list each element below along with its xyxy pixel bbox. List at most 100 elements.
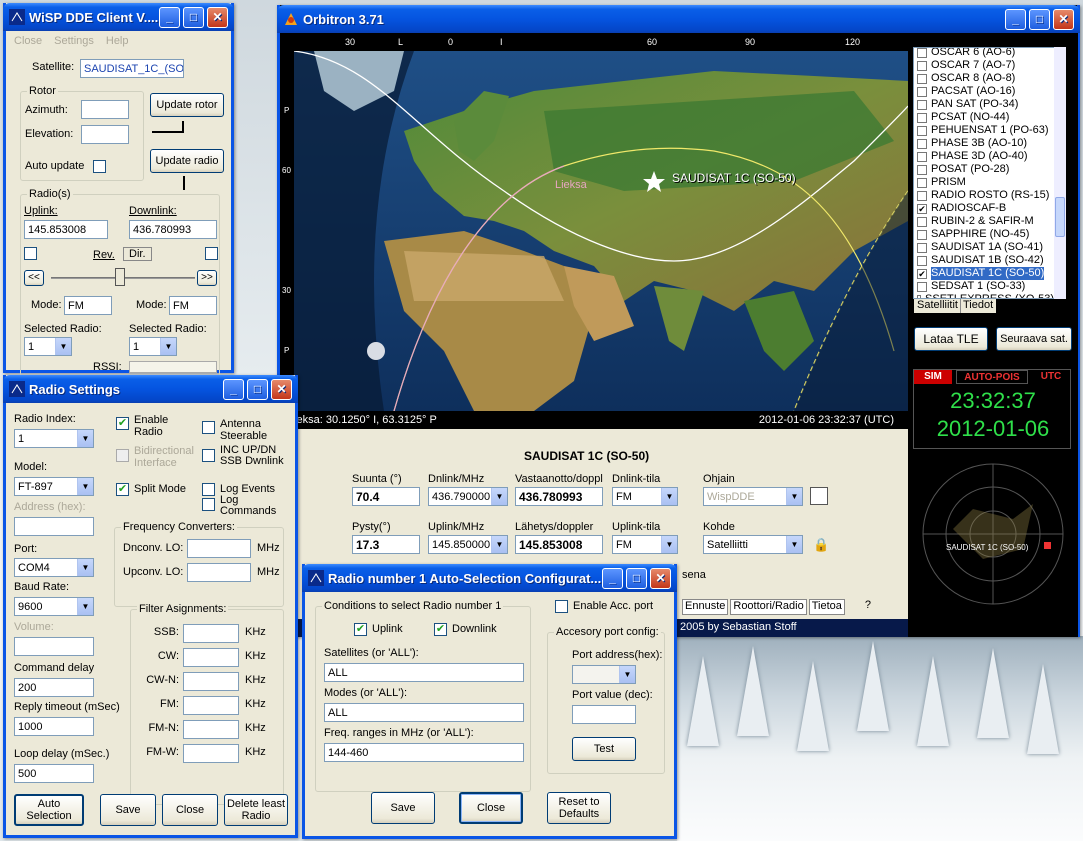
satellite-list-item[interactable]: PACSAT (AO-16) <box>914 85 1054 98</box>
tab-ennuste[interactable]: Ennuste <box>682 599 729 615</box>
selected-radio-down-select[interactable]: 1 ▼ <box>129 337 177 356</box>
tab-rotor-radio[interactable]: Roottori/Radio <box>730 599 807 615</box>
filter-field[interactable] <box>183 624 239 643</box>
elevation-field[interactable] <box>81 125 129 144</box>
satellite-list-item[interactable]: SAPPHIRE (NO-45) <box>914 228 1054 241</box>
radio-index-select[interactable]: 1 ▼ <box>14 429 94 448</box>
inc-updn-checkbox[interactable] <box>202 449 215 462</box>
selected-radio-up-select[interactable]: 1 ▼ <box>24 337 72 356</box>
satellite-checkbox[interactable]: ✔ <box>917 268 927 279</box>
loop-delay-field[interactable]: 500 <box>14 764 94 783</box>
title-bar[interactable]: Radio number 1 Auto-Selection Configurat… <box>302 564 677 592</box>
driver-select[interactable]: WispDDE ▼ <box>703 487 803 506</box>
uplink-checkbox[interactable] <box>24 247 37 260</box>
downlink-checkbox[interactable]: ✔ <box>434 623 447 636</box>
satellite-checkbox[interactable] <box>917 216 927 227</box>
satellite-list-item[interactable]: PEHUENSAT 1 (PO-63) <box>914 124 1054 137</box>
driver-settings-icon[interactable] <box>810 487 828 505</box>
world-map[interactable]: SAUDISAT 1C (SO-50) Lieksa <box>294 51 908 411</box>
satellite-checkbox[interactable] <box>917 255 927 266</box>
satellite-checkbox[interactable]: ✔ <box>917 203 927 214</box>
satellite-list-item[interactable]: OSCAR 7 (AO-7) <box>914 59 1054 72</box>
rev-label[interactable]: Rev. <box>93 249 115 261</box>
step-right-button[interactable]: >> <box>197 270 217 286</box>
satellite-field[interactable]: SAUDISAT_1C_(SO <box>80 59 184 78</box>
satellite-list-item[interactable]: PCSAT (NO-44) <box>914 111 1054 124</box>
dir-label[interactable]: Dir. <box>123 247 152 261</box>
satellite-checkbox[interactable] <box>917 125 927 136</box>
satellite-checkbox[interactable] <box>917 138 927 149</box>
uplink-field[interactable]: 145.853008 <box>24 220 108 239</box>
maximize-button[interactable]: □ <box>183 7 204 28</box>
command-delay-field[interactable]: 200 <box>14 678 94 697</box>
tab-satellites[interactable]: Satelliitit <box>917 299 958 313</box>
title-bar[interactable]: WiSP DDE Client V.... _ □ ✕ <box>3 3 234 31</box>
step-left-button[interactable]: << <box>24 270 44 286</box>
address-field[interactable] <box>14 517 94 536</box>
port-select[interactable]: COM4 ▼ <box>14 558 94 577</box>
modes-field[interactable]: ALL <box>324 703 524 722</box>
update-rotor-button[interactable]: Update rotor <box>150 93 224 117</box>
satellite-checkbox[interactable] <box>917 190 927 201</box>
satellite-list-item[interactable]: ✔ RADIOSCAF-B <box>914 202 1054 215</box>
close-button[interactable]: Close <box>162 794 218 826</box>
title-bar[interactable]: Radio Settings _ □ ✕ <box>3 375 298 403</box>
log-commands-checkbox[interactable] <box>202 498 215 511</box>
update-radio-button[interactable]: Update radio <box>150 149 224 173</box>
enable-radio-checkbox[interactable]: ✔ <box>116 417 129 430</box>
sim-indicator[interactable]: SIM <box>914 370 952 384</box>
satellite-checkbox[interactable] <box>917 177 927 188</box>
satellite-list-scrollbar[interactable] <box>1054 47 1066 299</box>
downlink-field[interactable]: 436.780993 <box>129 220 217 239</box>
maximize-button[interactable]: □ <box>626 568 647 589</box>
satellite-list-item[interactable]: PRISM <box>914 176 1054 189</box>
filter-field[interactable] <box>183 672 239 691</box>
mode-down-field[interactable]: FM <box>169 296 217 315</box>
filter-field[interactable] <box>183 744 239 763</box>
satellite-checkbox[interactable] <box>917 164 927 175</box>
split-mode-checkbox[interactable]: ✔ <box>116 483 129 496</box>
utc-indicator[interactable]: UTC <box>1032 370 1070 384</box>
bidirectional-checkbox[interactable] <box>116 449 129 462</box>
auto-selection-button[interactable]: Auto Selection <box>14 794 84 826</box>
dnlink-select[interactable]: 436.790000 ▼ <box>428 487 508 506</box>
delete-radio-button[interactable]: Delete least Radio <box>224 794 288 826</box>
mode-up-field[interactable]: FM <box>64 296 112 315</box>
satellite-checkbox[interactable] <box>917 99 927 110</box>
save-button[interactable]: Save <box>371 792 435 824</box>
satellite-checkbox[interactable] <box>917 242 927 253</box>
menu-close[interactable]: Close <box>14 35 42 47</box>
azimuth-field[interactable] <box>81 100 129 119</box>
lock-icon[interactable]: 🔒 <box>813 537 829 553</box>
target-select[interactable]: Satelliitti ▼ <box>703 535 803 554</box>
satellite-checkbox[interactable] <box>917 86 927 97</box>
satellite-list-item[interactable]: RADIO ROSTO (RS-15) <box>914 189 1054 202</box>
next-satellite-button[interactable]: Seuraava sat. <box>996 327 1072 351</box>
menu-settings[interactable]: Settings <box>54 35 94 47</box>
maximize-button[interactable]: □ <box>1029 9 1050 30</box>
filter-field[interactable] <box>183 648 239 667</box>
satellite-checkbox[interactable] <box>917 73 927 84</box>
minimize-button[interactable]: _ <box>602 568 623 589</box>
minimize-button[interactable]: _ <box>1005 9 1026 30</box>
tab-info[interactable]: Tietoa <box>808 599 845 615</box>
tab-details[interactable]: Tiedot <box>959 299 993 313</box>
log-events-checkbox[interactable] <box>202 483 215 496</box>
uplink-checkbox[interactable]: ✔ <box>354 623 367 636</box>
filter-field[interactable] <box>183 696 239 715</box>
satellite-list-item[interactable]: OSCAR 8 (AO-8) <box>914 72 1054 85</box>
uplink-mode-select[interactable]: FM ▼ <box>612 535 678 554</box>
freq-ranges-field[interactable]: 144-460 <box>324 743 524 762</box>
auto-off-indicator[interactable]: AUTO-POIS <box>956 370 1028 384</box>
reply-timeout-field[interactable]: 1000 <box>14 717 94 736</box>
minimize-button[interactable]: _ <box>223 379 244 400</box>
satellites-field[interactable]: ALL <box>324 663 524 682</box>
menu-help[interactable]: Help <box>106 35 129 47</box>
save-button[interactable]: Save <box>100 794 156 826</box>
satellite-list-item[interactable]: PAN SAT (PO-34) <box>914 98 1054 111</box>
satellite-list-item[interactable]: SAUDISAT 1A (SO-41) <box>914 241 1054 254</box>
filter-field[interactable] <box>183 720 239 739</box>
baud-rate-select[interactable]: 9600 ▼ <box>14 597 94 616</box>
close-button[interactable]: ✕ <box>207 7 228 28</box>
upconv-field[interactable] <box>187 563 251 582</box>
